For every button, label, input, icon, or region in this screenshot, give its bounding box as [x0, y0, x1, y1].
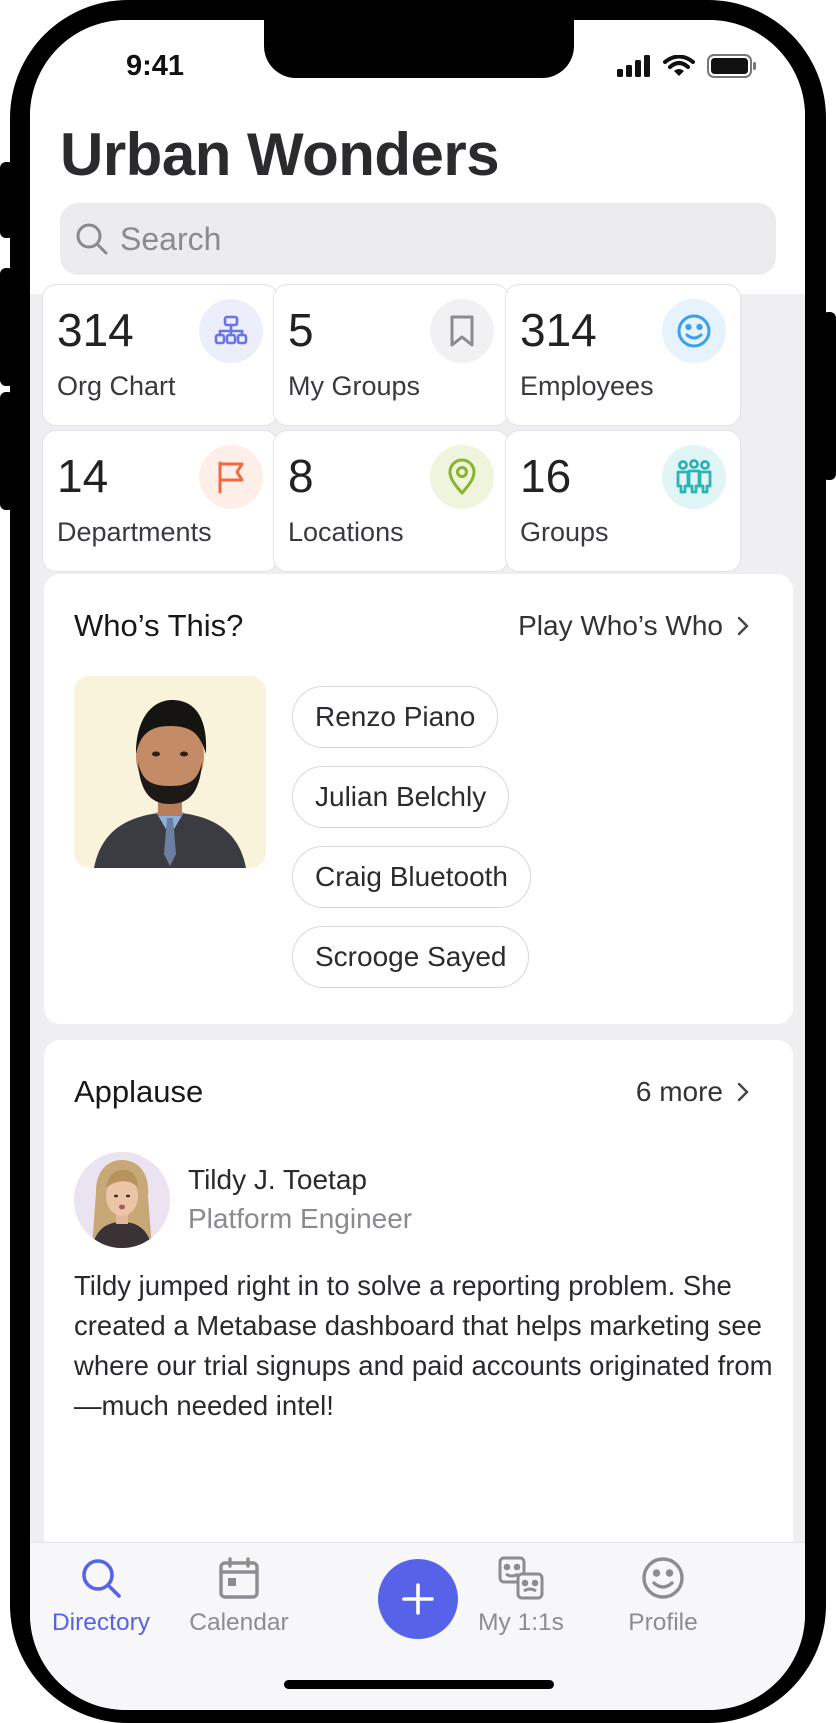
status-time: 9:41: [126, 50, 185, 82]
stat-label: Org Chart: [57, 371, 176, 401]
battery-icon: [707, 54, 756, 78]
stat-value: 314: [57, 304, 134, 356]
stat-card-my-groups[interactable]: 5 My Groups: [273, 284, 509, 426]
stat-card-org-chart[interactable]: 314 Org Chart: [42, 284, 278, 426]
people-group-icon: [662, 445, 726, 509]
stat-card-groups[interactable]: 16 Groups: [505, 430, 741, 572]
bookmark-icon: [430, 299, 494, 363]
stat-card-employees[interactable]: 314 Employees: [505, 284, 741, 426]
play-whos-who-link[interactable]: Play Who’s Who: [518, 610, 749, 642]
search-icon: [30, 1553, 176, 1603]
stat-value: 5: [288, 304, 314, 356]
volume-up-button: [0, 268, 14, 386]
tab-label: Directory: [51, 1609, 150, 1636]
search-icon: [76, 223, 108, 255]
applause-person-name[interactable]: Tildy J. Toetap: [188, 1164, 367, 1196]
stat-card-locations[interactable]: 8 Locations: [273, 430, 509, 572]
tab-directory[interactable]: Directory: [30, 1553, 176, 1637]
applause-message: Tildy jumped right in to solve a reporti…: [74, 1270, 773, 1421]
cellular-signal-icon: [617, 55, 650, 77]
avatar[interactable]: [74, 1152, 170, 1248]
smiley-icon: [588, 1553, 738, 1603]
applause-more-label: 6 more: [635, 1076, 723, 1107]
one-on-one-icon: [446, 1553, 596, 1603]
tab-profile[interactable]: Profile: [588, 1553, 738, 1637]
smiley-icon: [662, 299, 726, 363]
answer-option[interactable]: Julian Belchly: [292, 766, 510, 828]
applause-more-link[interactable]: 6 more: [636, 1076, 749, 1108]
plus-icon: [402, 1583, 434, 1615]
page-title: Urban Wonders: [60, 121, 500, 188]
answer-option[interactable]: Scrooge Sayed: [292, 926, 530, 988]
flag-icon: [199, 445, 263, 509]
whos-this-card: Who’s This? Play Who’s Who Renzo Piano J…: [44, 574, 793, 1024]
applause-person-role: Platform Engineer: [188, 1203, 413, 1234]
tab-calendar[interactable]: Calendar: [164, 1553, 314, 1637]
tab-label: Calendar: [189, 1609, 289, 1636]
location-pin-icon: [430, 445, 494, 509]
tab-my-one-on-ones[interactable]: My 1:1s: [446, 1553, 596, 1637]
stat-label: My Groups: [288, 371, 421, 401]
stat-label: Groups: [520, 517, 609, 547]
home-indicator: [284, 1680, 554, 1689]
org-chart-icon: [199, 299, 263, 363]
stat-label: Employees: [520, 371, 654, 401]
applause-card: Applause 6 more Tildy J. Toetap Platform…: [44, 1040, 793, 1560]
mute-switch: [0, 162, 14, 238]
volume-down-button: [0, 392, 14, 510]
stat-value: 314: [520, 304, 597, 356]
stat-label: Locations: [288, 517, 404, 547]
screen: 9:41 Urban Wonders 314 Org Chart: [30, 20, 805, 1710]
calendar-icon: [164, 1553, 314, 1603]
power-button: [822, 312, 836, 480]
search-input[interactable]: [120, 220, 720, 258]
stat-value: 8: [288, 450, 314, 502]
notch: [264, 20, 574, 78]
answer-option[interactable]: Renzo Piano: [292, 686, 499, 748]
answer-option[interactable]: Craig Bluetooth: [292, 846, 532, 908]
mystery-person-photo: [74, 676, 266, 868]
status-icons: [617, 54, 757, 78]
applause-title: Applause: [74, 1074, 204, 1109]
chevron-right-icon: [737, 1082, 749, 1102]
stat-card-departments[interactable]: 14 Departments: [42, 430, 278, 572]
whos-this-title: Who’s This?: [74, 608, 244, 643]
stat-value: 16: [520, 450, 572, 502]
chevron-right-icon: [737, 616, 749, 636]
tab-label: My 1:1s: [478, 1609, 564, 1636]
search-bar[interactable]: [60, 203, 776, 275]
wifi-icon: [663, 55, 695, 76]
play-whos-who-label: Play Who’s Who: [518, 610, 723, 641]
stat-value: 14: [57, 450, 109, 502]
tab-label: Profile: [628, 1609, 698, 1636]
stat-label: Departments: [57, 517, 212, 547]
